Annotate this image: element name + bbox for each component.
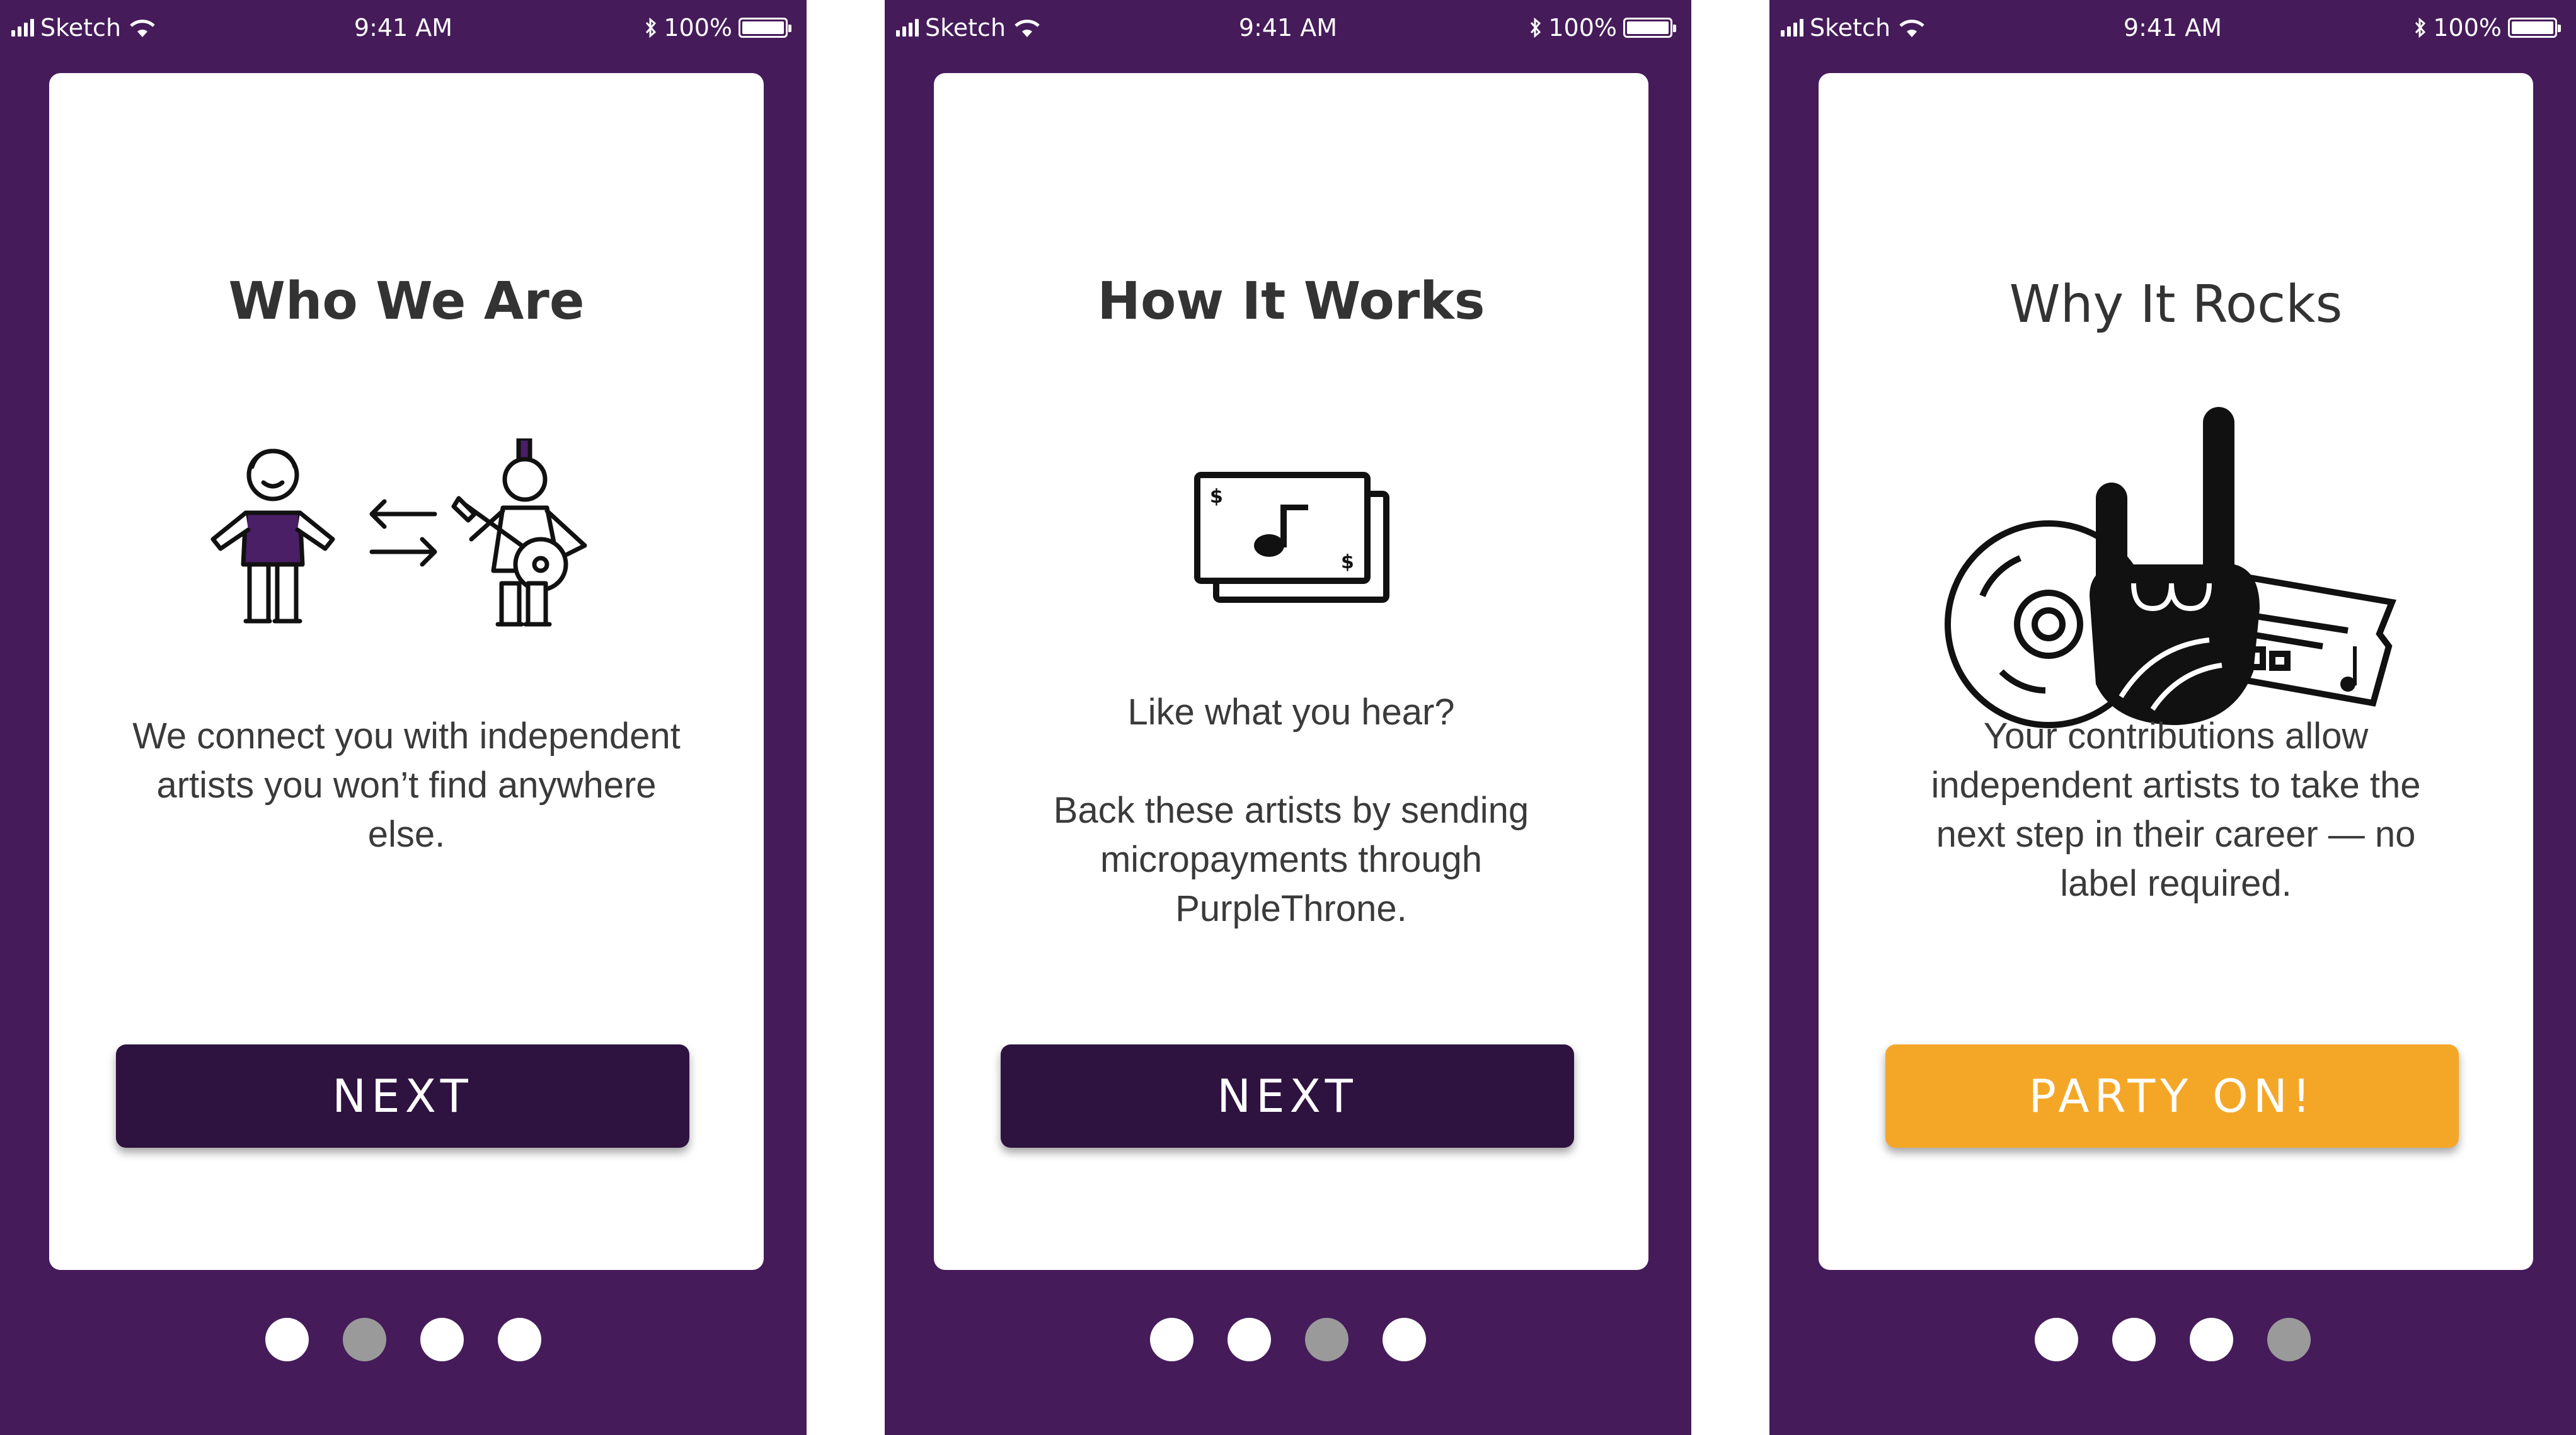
page-dot-2[interactable]	[1228, 1318, 1271, 1361]
fan-artist-exchange-icon	[210, 438, 587, 627]
status-bar: Sketch 9:41 AM 100%	[885, 0, 1691, 57]
svg-text:$: $	[1210, 486, 1223, 508]
next-button[interactable]: NEXT	[116, 1044, 689, 1148]
status-bar: Sketch 9:41 AM 100%	[1769, 0, 2576, 57]
card-body: Back these artists by sending micropayme…	[1053, 790, 1529, 929]
status-bar: Sketch 9:41 AM 100%	[0, 0, 807, 57]
page-indicator	[1769, 1318, 2576, 1362]
page-dot-2[interactable]	[343, 1318, 386, 1361]
battery-icon	[739, 18, 791, 38]
battery-icon	[1623, 18, 1676, 38]
onboarding-card: Who We Are We connect you with independe…	[49, 73, 764, 1270]
card-body: We connect you with independent artists …	[132, 716, 681, 855]
money-music-note-icon: $ $	[1194, 472, 1389, 603]
page-dot-3[interactable]	[2190, 1318, 2233, 1361]
onboarding-card: How It Works $ $ Like what you hear? Bac…	[934, 73, 1648, 1270]
page-dot-4[interactable]	[498, 1318, 541, 1361]
battery-icon	[2508, 18, 2561, 38]
bluetooth-icon	[2415, 17, 2426, 38]
bluetooth-icon	[1531, 17, 1541, 38]
card-body-question: Like what you hear?	[1127, 692, 1455, 733]
page-dot-4[interactable]	[1383, 1318, 1426, 1361]
page-dot-2[interactable]	[2112, 1318, 2156, 1361]
page-dot-3[interactable]	[420, 1318, 464, 1361]
onboarding-screen-why-it-rocks: Sketch 9:41 AM 100% Why It Rocks Your co…	[1769, 0, 2576, 1435]
page-dot-1[interactable]	[2035, 1318, 2078, 1361]
card-body: Your contributions allow independent art…	[1931, 716, 2421, 904]
page-dot-1[interactable]	[1150, 1318, 1193, 1361]
card-title: Why It Rocks	[2009, 275, 2343, 334]
onboarding-screen-how-it-works: Sketch 9:41 AM 100% How It Works $ $ Lik…	[885, 0, 1691, 1435]
page-indicator	[885, 1318, 1691, 1362]
battery-percent: 100%	[1548, 14, 1617, 42]
onboarding-screen-who-we-are: Sketch 9:41 AM 100% Who We Are We connec…	[0, 0, 807, 1435]
party-on-button[interactable]: PARTY ON!	[1885, 1044, 2459, 1148]
svg-text:$: $	[1341, 551, 1354, 573]
battery-percent: 100%	[664, 14, 732, 42]
page-dot-3[interactable]	[1305, 1318, 1348, 1361]
page-dot-1[interactable]	[265, 1318, 309, 1361]
battery-percent: 100%	[2433, 14, 2502, 42]
next-button[interactable]: NEXT	[1001, 1044, 1574, 1148]
record-rock-hand-ticket-icon	[1945, 407, 2396, 728]
onboarding-card: Why It Rocks Your contributions allow in…	[1819, 73, 2533, 1270]
card-title: How It Works	[1097, 272, 1485, 331]
card-title: Who We Are	[228, 272, 585, 331]
bluetooth-icon	[646, 17, 657, 38]
page-indicator	[0, 1318, 807, 1362]
page-dot-4[interactable]	[2267, 1318, 2311, 1361]
